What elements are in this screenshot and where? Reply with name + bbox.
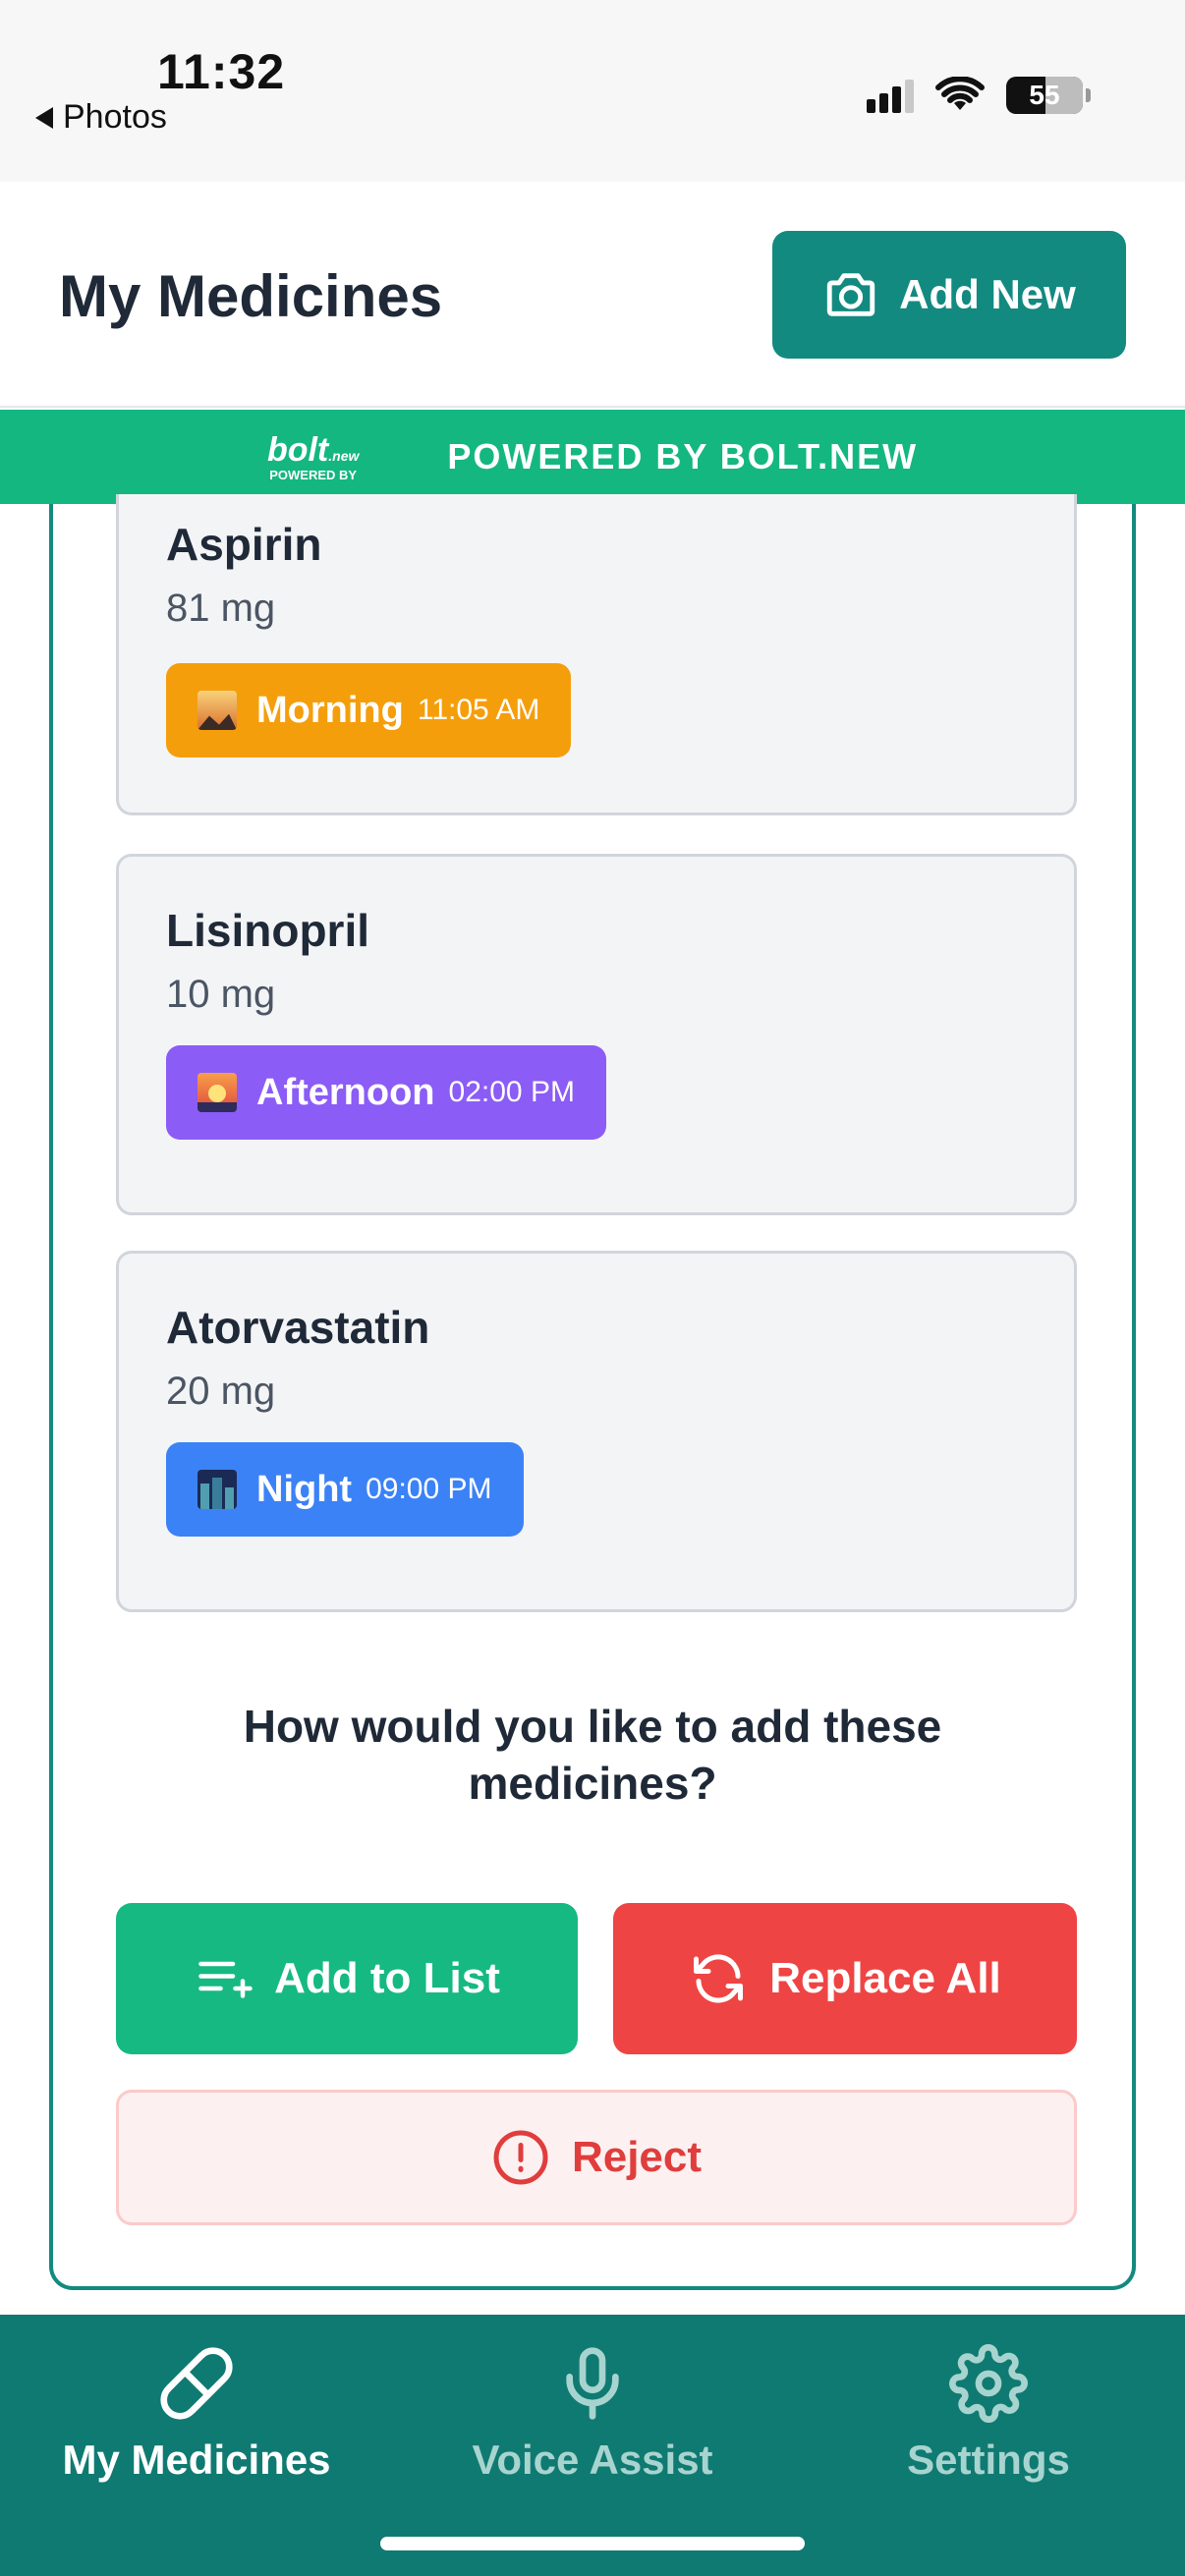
time-badge-afternoon: Afternoon 02:00 PM bbox=[166, 1045, 606, 1140]
nav-item-settings[interactable]: Settings bbox=[792, 2344, 1185, 2484]
add-to-list-button[interactable]: Add to List bbox=[116, 1903, 578, 2054]
medicine-dose: 20 mg bbox=[166, 1370, 276, 1413]
time-value: 02:00 PM bbox=[448, 1076, 575, 1108]
status-time: 11:32 bbox=[157, 44, 286, 99]
page-title: My Medicines bbox=[59, 263, 443, 329]
gear-icon bbox=[949, 2344, 1028, 2423]
bottom-navigation: My Medicines Voice Assist Settings bbox=[0, 2315, 1185, 2576]
scanned-medicines-panel: Aspirin 81 mg Morning 11:05 AM Lisinopri… bbox=[49, 494, 1136, 2290]
nav-item-my-medicines[interactable]: My Medicines bbox=[0, 2344, 393, 2484]
medicine-card: Lisinopril 10 mg Afternoon 02:00 PM bbox=[116, 854, 1077, 1215]
status-icons: 55 bbox=[867, 77, 1091, 114]
list-plus-icon bbox=[198, 1961, 253, 1998]
medicine-dose: 10 mg bbox=[166, 973, 276, 1016]
medicine-card: Atorvastatin 20 mg Night 09:00 PM bbox=[116, 1251, 1077, 1612]
nav-label: Settings bbox=[907, 2436, 1070, 2483]
medicine-card: Aspirin 81 mg Morning 11:05 AM bbox=[116, 494, 1077, 815]
back-caret-icon bbox=[35, 106, 53, 129]
add-new-label: Add New bbox=[899, 271, 1076, 317]
microphone-icon bbox=[566, 2347, 619, 2420]
time-badge-night: Night 09:00 PM bbox=[166, 1442, 524, 1537]
medicine-name: Atorvastatin bbox=[166, 1302, 430, 1353]
back-to-photos-link[interactable]: Photos bbox=[35, 98, 167, 137]
nav-label: My Medicines bbox=[62, 2436, 331, 2483]
alert-circle-icon bbox=[493, 2130, 548, 2185]
add-new-button[interactable]: Add New bbox=[772, 231, 1126, 359]
app-header: My Medicines Add New bbox=[0, 182, 1185, 408]
time-value: 11:05 AM bbox=[417, 694, 540, 726]
medicine-name: Aspirin bbox=[166, 519, 322, 570]
time-period: Night bbox=[256, 1468, 353, 1510]
time-value: 09:00 PM bbox=[366, 1473, 492, 1505]
sunset-icon bbox=[198, 1073, 237, 1112]
replace-all-label: Replace All bbox=[769, 1954, 1001, 2002]
back-label: Photos bbox=[63, 98, 167, 136]
nav-item-voice-assist[interactable]: Voice Assist bbox=[396, 2344, 789, 2484]
status-bar: 11:32 Photos 55 bbox=[0, 0, 1185, 182]
camera-icon bbox=[826, 273, 875, 316]
refresh-icon bbox=[694, 1954, 744, 2003]
time-period: Morning bbox=[256, 689, 404, 731]
night-city-icon bbox=[198, 1470, 237, 1509]
medicine-dose: 81 mg bbox=[166, 587, 276, 630]
battery-icon: 55 bbox=[1006, 77, 1091, 114]
sunrise-icon bbox=[198, 691, 237, 730]
medicine-name: Lisinopril bbox=[166, 905, 369, 956]
battery-level: 55 bbox=[1029, 80, 1060, 110]
nav-label: Voice Assist bbox=[472, 2436, 713, 2483]
time-badge-morning: Morning 11:05 AM bbox=[166, 663, 572, 757]
reject-button[interactable]: Reject bbox=[116, 2090, 1077, 2225]
home-indicator[interactable] bbox=[380, 2537, 805, 2550]
cellular-signal-icon bbox=[867, 78, 914, 113]
time-period: Afternoon bbox=[256, 1071, 435, 1113]
reject-label: Reject bbox=[571, 2133, 703, 2181]
wifi-icon bbox=[935, 77, 985, 110]
banner-text: POWERED BY BOLT.NEW bbox=[447, 436, 919, 476]
pill-icon bbox=[160, 2347, 233, 2420]
add-to-list-label: Add to List bbox=[274, 1954, 500, 2002]
bolt-logo: bolt.new POWERED BY bbox=[266, 430, 360, 482]
powered-by-banner[interactable]: bolt.new POWERED BY POWERED BY BOLT.NEW bbox=[0, 410, 1185, 504]
replace-all-button[interactable]: Replace All bbox=[613, 1903, 1077, 2054]
add-method-question: How would you like to add these medicine… bbox=[243, 1701, 942, 1809]
